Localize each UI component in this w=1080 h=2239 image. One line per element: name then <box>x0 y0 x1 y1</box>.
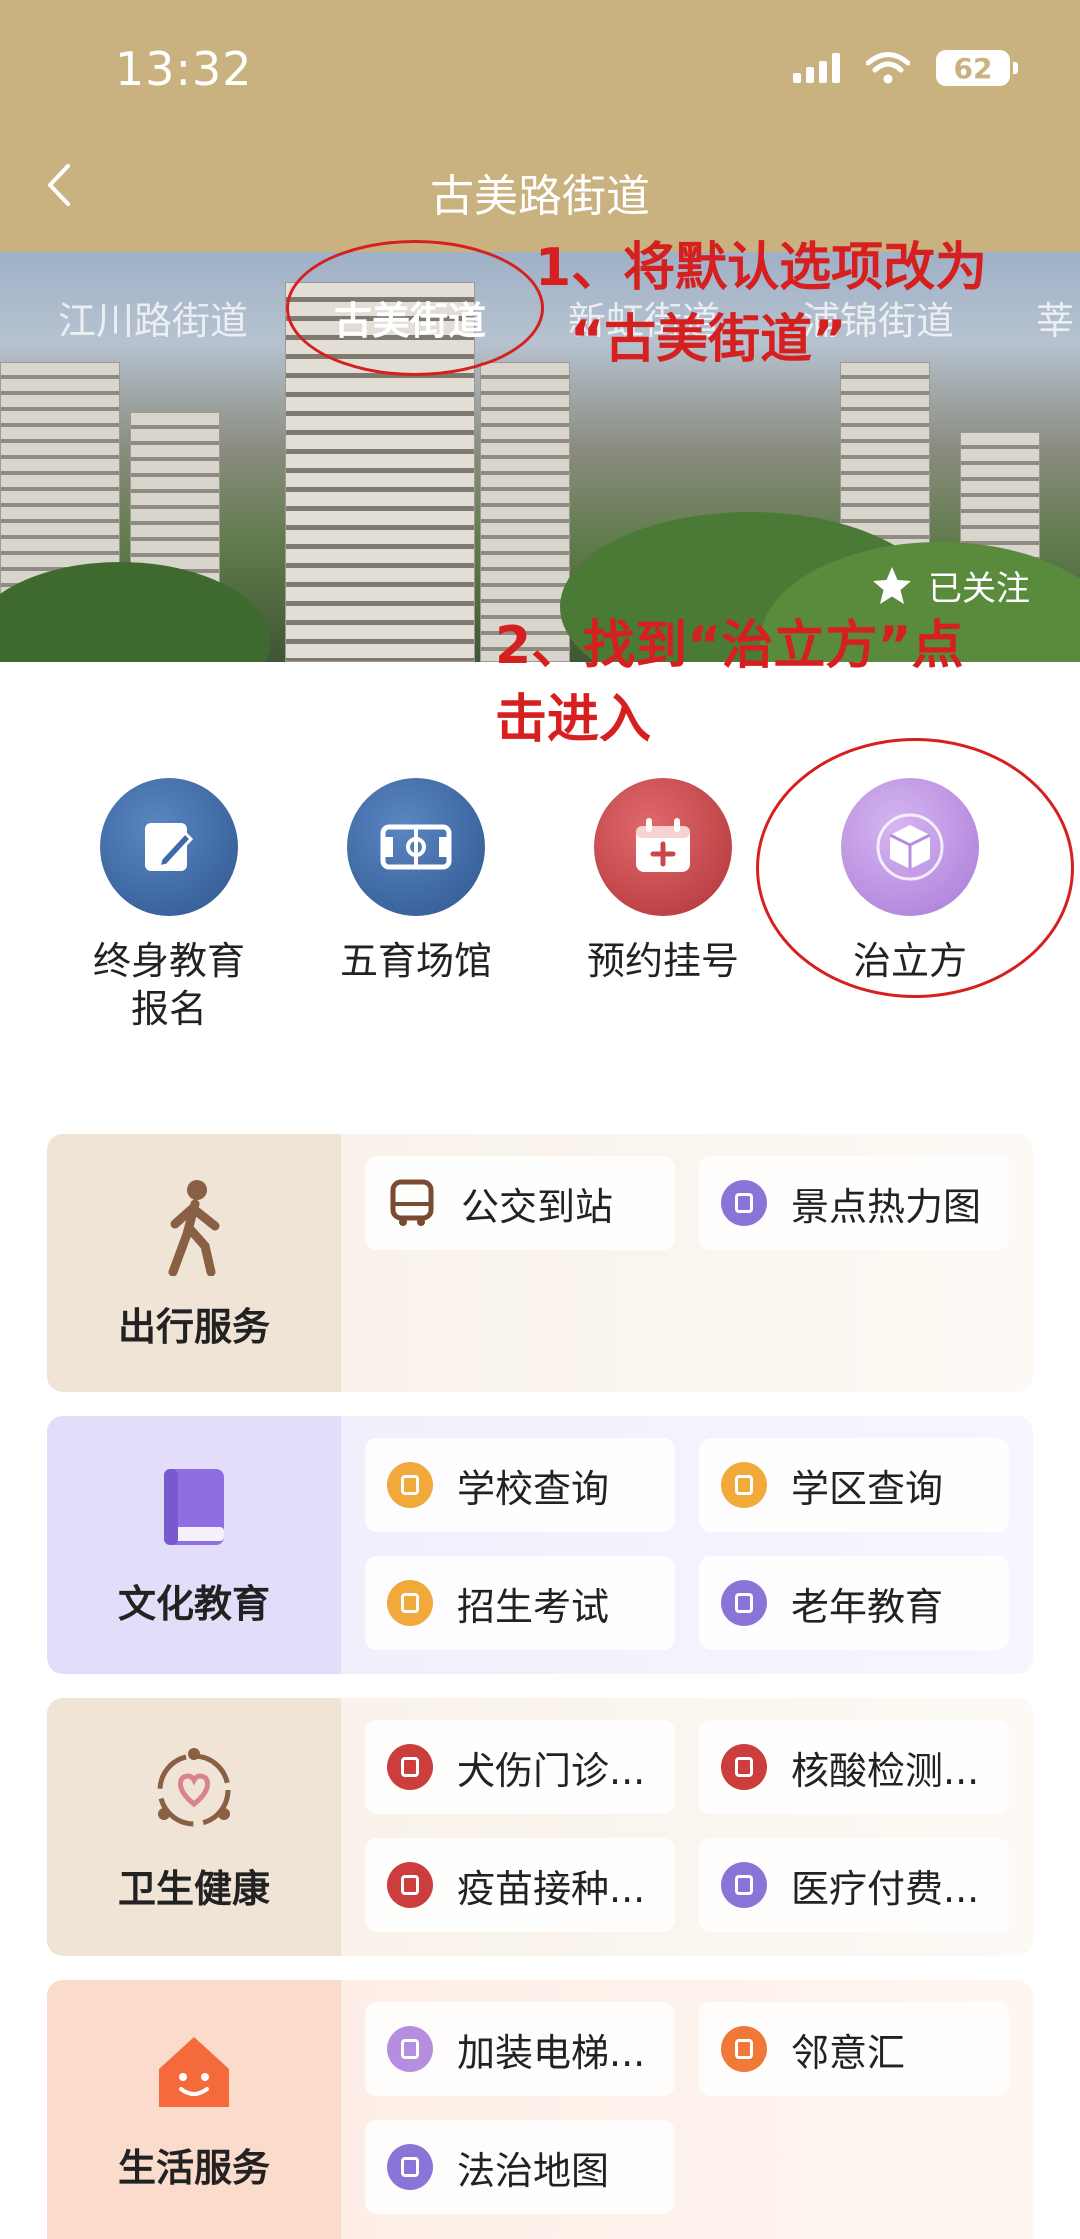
status-icons: 62 <box>793 50 1018 86</box>
cube-icon <box>841 778 979 916</box>
page-title: 古美路街道 <box>430 171 650 222</box>
elevator-icon <box>387 2026 433 2072</box>
quick-app-label: 治立方 <box>852 939 967 983</box>
service-item-label: 学区查询 <box>791 1466 944 1511</box>
stadium-icon <box>347 778 485 916</box>
service-item-district[interactable]: 学区查询 <box>699 1438 1009 1532</box>
service-card-title: 卫生健康 <box>117 1866 270 1911</box>
exam-icon <box>387 1580 433 1626</box>
quick-app-zhilifang[interactable]: 治立方 <box>800 778 1020 986</box>
quick-app-lifelong-education[interactable]: 终身教育 报名 <box>59 778 279 1033</box>
service-item-vaccine[interactable]: 疫苗接种... <box>365 1838 675 1932</box>
service-item-law-map[interactable]: 法治地图 <box>365 2120 675 2214</box>
wifi-icon <box>866 52 910 84</box>
badge-icon <box>721 2026 767 2072</box>
quick-app-appointment[interactable]: 预约挂号 <box>553 778 773 986</box>
service-item-label: 公交到站 <box>461 1184 614 1229</box>
service-item-label: 学校查询 <box>457 1466 610 1511</box>
service-card-header: 文化教育 <box>47 1416 341 1674</box>
school-icon <box>387 1462 433 1508</box>
service-card-items: 犬伤门诊... 核酸检测... 疫苗接种... 医疗付费... <box>341 1698 1033 1956</box>
dog-icon <box>387 1744 433 1790</box>
star-icon <box>873 566 911 604</box>
service-item-label: 犬伤门诊... <box>457 1748 646 1793</box>
annotation-step1-line1: 1、将默认选项改为 <box>535 238 988 298</box>
app-icon <box>721 1862 767 1908</box>
tab-jiangchuan[interactable]: 江川路街道 <box>58 290 248 345</box>
service-item-label: 老年教育 <box>791 1584 944 1629</box>
app-icon <box>721 1580 767 1626</box>
service-item-label: 法治地图 <box>457 2148 610 2193</box>
service-card-education: 文化教育 学校查询 学区查询 招生考试 老年教育 <box>47 1416 1033 1674</box>
service-card-travel: 出行服务 公交到站 景点热力图 <box>47 1134 1033 1392</box>
service-card-header: 生活服务 <box>47 1980 341 2239</box>
service-item-label: 邻意汇 <box>791 2030 906 2075</box>
book-icon <box>164 1468 224 1545</box>
home-smile-icon <box>159 2037 229 2107</box>
service-item-exam[interactable]: 招生考试 <box>365 1556 675 1650</box>
quick-app-label: 终身教育 报名 <box>92 939 245 1031</box>
app-icon <box>387 2144 433 2190</box>
service-item-label: 景点热力图 <box>791 1184 982 1229</box>
service-card-title: 生活服务 <box>117 2146 270 2190</box>
syringe-icon <box>387 1862 433 1908</box>
quick-app-wuyu-venues[interactable]: 五育场馆 <box>306 778 526 986</box>
bus-icon <box>390 1179 434 1226</box>
follow-button[interactable]: 已关注 <box>870 561 1030 610</box>
service-card-title: 文化教育 <box>117 1581 270 1626</box>
annotation-step1-line2: “古美街道” <box>570 310 847 370</box>
banner-tree <box>0 562 270 662</box>
service-card-health: 卫生健康 犬伤门诊... 核酸检测... 疫苗接种... 医疗付费... <box>47 1698 1033 1956</box>
calendar-plus-icon <box>594 778 732 916</box>
top-header: 13:32 62 古美路街道 <box>0 0 1080 252</box>
service-card-header: 卫生健康 <box>47 1698 341 1956</box>
test-tube-icon <box>721 1744 767 1790</box>
service-item-label: 医疗付费... <box>791 1866 980 1911</box>
annotation-step2-line2: 击进入 <box>495 690 652 750</box>
service-card-items: 学校查询 学区查询 招生考试 老年教育 <box>341 1416 1033 1674</box>
quick-apps: 终身教育 报名 五育场馆 预约挂号 治立方 <box>0 778 1080 1048</box>
service-card-title: 出行服务 <box>117 1304 270 1349</box>
service-card-items: 加装电梯... 邻意汇 法治地图 <box>341 1980 1033 2239</box>
service-item-medical-pay[interactable]: 医疗付费... <box>699 1838 1009 1932</box>
service-item-dog-bite[interactable]: 犬伤门诊... <box>365 1720 675 1814</box>
status-time: 13:32 <box>115 42 253 96</box>
battery-icon: 62 <box>936 50 1018 86</box>
app-icon <box>721 1180 767 1226</box>
service-item-neighborhood[interactable]: 邻意汇 <box>699 2002 1009 2096</box>
service-item-nucleic-test[interactable]: 核酸检测... <box>699 1720 1009 1814</box>
tab-xin[interactable]: 莘 <box>1036 290 1074 345</box>
service-item-elevator[interactable]: 加装电梯... <box>365 2002 675 2096</box>
location-icon <box>721 1462 767 1508</box>
service-item-label: 核酸检测... <box>791 1748 980 1793</box>
quick-app-label: 预约挂号 <box>586 939 739 983</box>
service-item-elder-edu[interactable]: 老年教育 <box>699 1556 1009 1650</box>
service-item-heatmap[interactable]: 景点热力图 <box>699 1156 1009 1250</box>
service-item-label: 招生考试 <box>457 1584 610 1629</box>
annotation-step2-line1: 2、找到“治立方”点 <box>495 616 964 676</box>
quick-app-label: 五育场馆 <box>339 939 492 983</box>
service-card-life: 生活服务 加装电梯... 邻意汇 法治地图 <box>47 1980 1033 2239</box>
follow-label: 已关注 <box>928 569 1030 609</box>
service-item-label: 疫苗接种... <box>457 1866 646 1911</box>
service-card-items: 公交到站 景点热力图 <box>341 1134 1033 1392</box>
service-item-bus[interactable]: 公交到站 <box>365 1156 675 1250</box>
health-icon <box>157 1747 231 1826</box>
annotation-circle-tab <box>286 240 544 376</box>
service-item-school[interactable]: 学校查询 <box>365 1438 675 1532</box>
service-item-label: 加装电梯... <box>457 2030 646 2075</box>
cellular-signal-icon <box>793 53 840 83</box>
service-card-header: 出行服务 <box>47 1134 341 1392</box>
walk-icon <box>168 1179 220 1276</box>
edit-icon <box>100 778 238 916</box>
